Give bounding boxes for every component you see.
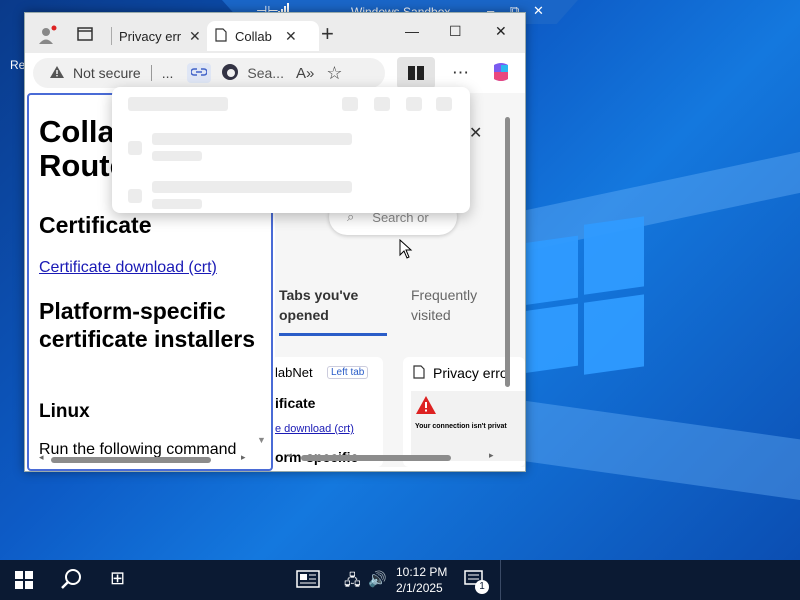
clock-date: 2/1/2025 (396, 581, 443, 595)
tab-divider (111, 27, 112, 45)
profile-icon[interactable] (37, 25, 57, 50)
task-view-icon[interactable]: ⊞ (110, 568, 125, 589)
minimize-button[interactable]: — (405, 23, 419, 39)
skeleton-bar (152, 199, 202, 209)
horizontal-scrollbar[interactable]: ◂ ▸ (283, 450, 519, 463)
url-box[interactable]: Not secure ... Sea... A» ☆ (33, 58, 385, 88)
skeleton-bar (152, 181, 352, 193)
page-icon (215, 27, 227, 45)
search-icon[interactable] (60, 568, 82, 595)
search-label[interactable]: Sea... (247, 65, 284, 81)
vertical-scrollbar-thumb[interactable] (505, 117, 510, 387)
security-status[interactable]: Not secure (73, 65, 141, 81)
scrollbar-thumb[interactable] (51, 457, 211, 463)
scroll-down-arrow-icon[interactable]: ▼ (257, 435, 266, 445)
clock[interactable]: 10:12 PM 2/1/2025 (396, 564, 447, 596)
windows-logo-wallpaper (520, 216, 645, 384)
warning-text: Your connection isn't privat (415, 423, 507, 430)
close-pane-icon[interactable]: ✕ (469, 123, 482, 143)
heading-platform: Platform-specific certificate installers (39, 298, 256, 352)
taskbar: ⊞ 🖧 🔊 10:12 PM 2/1/2025 1 (0, 560, 800, 600)
skeleton-button (406, 97, 422, 111)
card-title: labNet (275, 365, 313, 380)
split-screen-icon[interactable] (397, 57, 435, 89)
maximize-button[interactable]: ☐ (449, 23, 462, 40)
close-icon[interactable]: ✕ (533, 3, 544, 19)
link-icon[interactable] (187, 63, 212, 83)
volume-icon[interactable]: 🔊 (368, 570, 387, 588)
certificate-download-link[interactable]: Certificate download (crt) (39, 259, 217, 277)
skeleton-button (342, 97, 358, 111)
favorite-star-icon[interactable]: ☆ (326, 63, 342, 84)
notification-badge: 1 (475, 580, 489, 594)
tab-label: Privacy erro (119, 28, 181, 44)
skeleton-icon (128, 189, 142, 203)
url-ellipsis[interactable]: ... (162, 65, 174, 81)
close-tab-icon[interactable]: ✕ (189, 28, 201, 45)
card-line: ificate (275, 395, 316, 411)
skeleton-bar (128, 97, 228, 111)
read-aloud-icon[interactable]: A» (296, 65, 314, 82)
card-line: e download (crt) (275, 423, 354, 435)
tab-collabnet[interactable]: Collab ✕ (207, 21, 319, 51)
tab-tabs-opened[interactable]: Tabs you've opened (279, 285, 389, 325)
start-windows-icon[interactable] (15, 571, 33, 594)
tab-actions-icon[interactable] (77, 27, 93, 46)
clock-time: 10:12 PM (396, 565, 448, 579)
new-tab-button[interactable]: + (321, 21, 334, 47)
skeleton-button (374, 97, 390, 111)
skeleton-bar (152, 151, 202, 161)
left-tab-badge: Left tab (327, 366, 369, 379)
close-button[interactable]: ✕ (495, 23, 507, 40)
light-beam (497, 398, 800, 502)
close-tab-icon[interactable]: ✕ (285, 28, 297, 45)
scrollbar-thumb[interactable] (301, 455, 451, 461)
loading-flyout (112, 87, 470, 213)
active-tab-indicator (279, 333, 387, 336)
news-widget-icon[interactable] (296, 570, 320, 593)
skeleton-icon (128, 141, 142, 155)
more-options-icon[interactable]: ⋯ (452, 63, 469, 83)
edge-logo-icon[interactable] (221, 63, 239, 84)
scroll-left-icon[interactable]: ◂ (39, 452, 44, 463)
tab-label: Collab (235, 28, 272, 44)
skeleton-button (436, 97, 452, 111)
scroll-right-icon[interactable]: ▸ (241, 452, 246, 463)
scroll-left-icon[interactable]: ◂ (287, 450, 292, 461)
warning-triangle-icon (415, 395, 437, 420)
browser-window: Privacy erro ✕ Collab ✕ + — ☐ ✕ Not secu… (24, 12, 526, 472)
heading-linux: Linux (39, 401, 90, 422)
network-icon[interactable]: 🖧 (344, 570, 361, 595)
card-thumbnail: Your connection isn't privat (411, 391, 525, 461)
skeleton-bar (152, 133, 352, 145)
copilot-icon[interactable] (490, 61, 512, 88)
card-title: Privacy erro (433, 365, 508, 381)
scroll-right-icon[interactable]: ▸ (489, 450, 494, 461)
tab-privacy-error[interactable]: Privacy erro ✕ (119, 21, 207, 51)
mouse-cursor-icon (399, 238, 413, 264)
show-desktop-divider[interactable] (500, 560, 501, 600)
warning-icon (49, 65, 65, 82)
tab-strip: Privacy erro ✕ Collab ✕ + — ☐ ✕ (25, 13, 525, 53)
tab-frequently-visited[interactable]: Frequently visited (411, 285, 501, 325)
page-icon (413, 365, 425, 384)
url-divider (150, 65, 152, 81)
heading-certificate: Certificate (39, 212, 152, 238)
horizontal-scrollbar[interactable]: ◂ ▸ (33, 452, 265, 465)
